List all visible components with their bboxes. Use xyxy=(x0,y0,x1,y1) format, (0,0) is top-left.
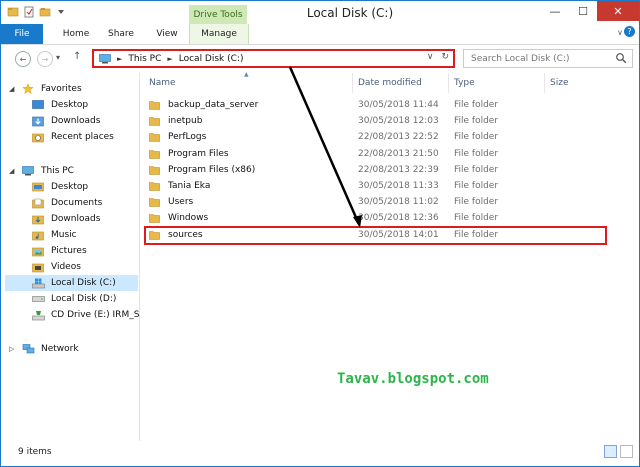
annotation-arrowhead xyxy=(353,215,362,228)
watermark-text: Tavav.blogspot.com xyxy=(337,371,489,387)
item-count: 9 items xyxy=(18,447,52,457)
explorer-window: Drive Tools Local Disk (C:) — ☐ ✕ File H… xyxy=(0,0,640,467)
view-buttons xyxy=(604,445,633,458)
details-view-button[interactable] xyxy=(604,445,617,458)
status-bar: 9 items xyxy=(1,443,639,465)
annotation-arrow xyxy=(288,66,362,228)
large-icons-view-button[interactable] xyxy=(620,445,633,458)
annotation-arrow-line xyxy=(288,66,360,223)
